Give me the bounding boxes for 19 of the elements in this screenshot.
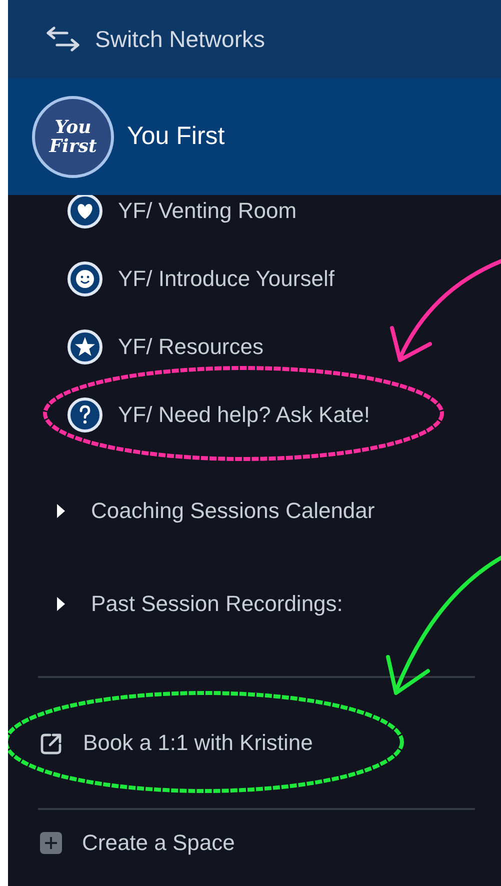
book-session-link[interactable]: Book a 1:1 with Kristine: [83, 730, 313, 756]
external-link-icon: [40, 732, 63, 754]
channel-item[interactable]: YF/ Resources: [118, 334, 264, 360]
caret-icon[interactable]: [56, 502, 66, 518]
caret-icon[interactable]: [56, 596, 66, 612]
switch-icon: [45, 26, 81, 52]
switch-networks-link[interactable]: Switch Networks: [95, 26, 265, 52]
channel-item[interactable]: YF/ Introduce Yourself: [118, 266, 334, 292]
question-icon: [67, 397, 103, 433]
network-name: You First: [127, 122, 225, 151]
section-item[interactable]: Past Session Recordings:: [91, 590, 343, 616]
plus-icon: [40, 832, 62, 854]
smile-icon: [67, 261, 103, 297]
section-item[interactable]: Coaching Sessions Calendar: [91, 498, 375, 524]
channel-item[interactable]: YF/ Need help? Ask Kate!: [118, 402, 370, 428]
channel-item[interactable]: YF/ Venting Room: [118, 198, 297, 224]
logo-text: First: [49, 136, 97, 156]
create-space-button[interactable]: Create a Space: [82, 830, 235, 856]
logo-text: You: [54, 118, 92, 136]
